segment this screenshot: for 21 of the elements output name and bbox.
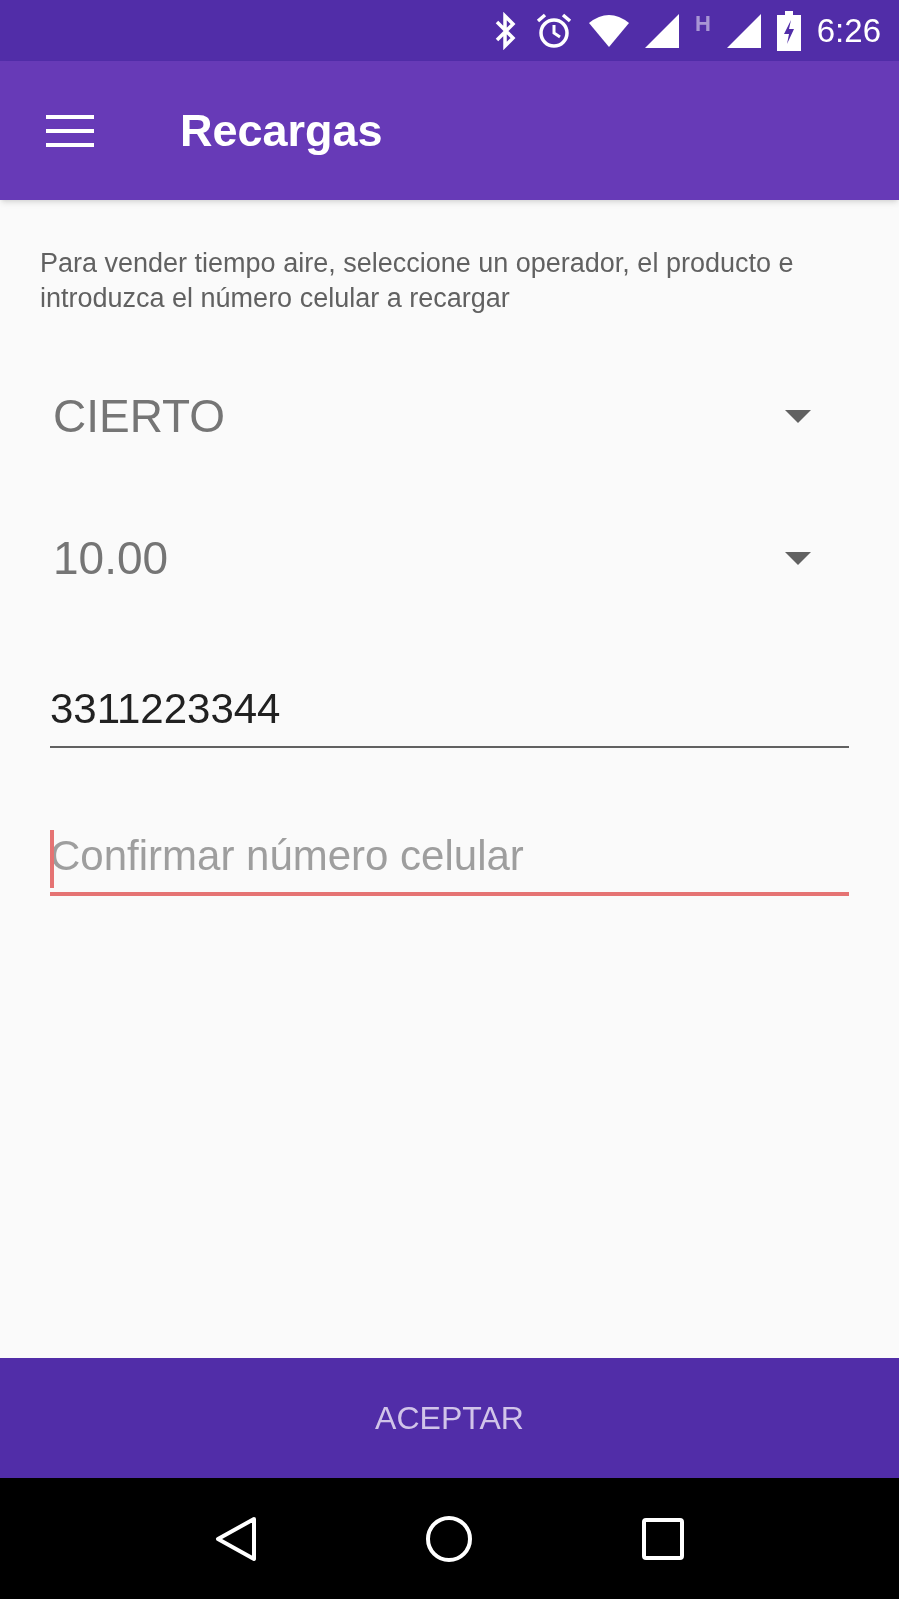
signal-icon [726,13,761,48]
dropdown[interactable]: 10.00 [50,516,849,600]
accept-button[interactable]: ACEPTAR [0,1358,899,1478]
app-bar-title: Recargas [180,103,383,158]
dropdown[interactable]: CIERTO [50,374,849,458]
battery-charging-icon [776,10,801,51]
dropdown-arrow-icon [785,409,811,423]
text-cursor [50,830,54,888]
input-field[interactable]: Confirmar número celular [50,820,849,896]
recents-icon[interactable] [641,1516,686,1561]
dropdown-arrow-icon [785,551,811,565]
home-icon[interactable] [425,1514,474,1563]
signal-icon [644,13,679,48]
instructions-text: Para vender tiempo aire, seleccione un operador, el producto e introduzca el número celular a recargar [40,247,795,315]
network-type-label: H [694,10,711,38]
wifi-icon [588,14,629,47]
input-field[interactable]: 3311223344 [50,672,849,748]
alarm-icon [534,11,573,50]
back-icon[interactable] [213,1514,258,1563]
menu-icon[interactable] [46,113,94,148]
clock-time: 6:26 [816,10,881,51]
